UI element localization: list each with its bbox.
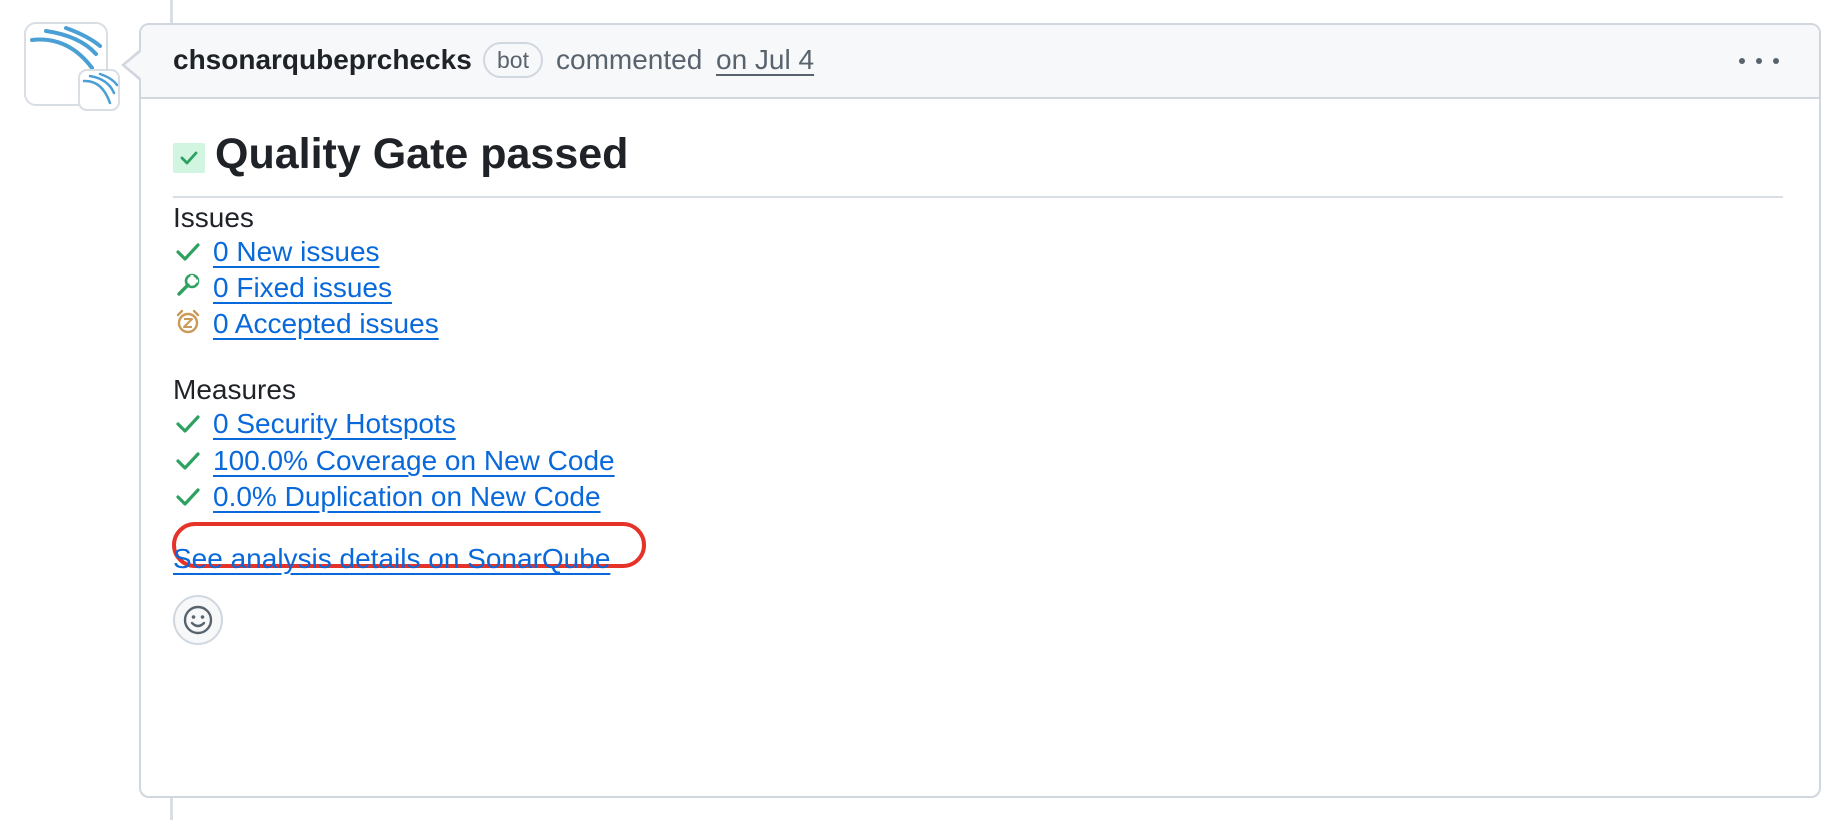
bot-app-icon (78, 69, 120, 111)
coverage-link[interactable]: 100.0% Coverage on New Code (213, 445, 615, 477)
comment-date-link[interactable]: on Jul 4 (716, 44, 814, 76)
author-avatar[interactable] (24, 22, 120, 112)
check-square-icon (173, 143, 205, 173)
fixed-issues-link[interactable]: 0 Fixed issues (213, 272, 392, 304)
alarm-clock-icon (175, 309, 201, 335)
security-hotspots-link[interactable]: 0 Security Hotspots (213, 408, 456, 440)
comment-card: chsonarqubeprchecks bot commented on Jul… (121, 23, 1821, 798)
comment-action: commented (556, 44, 703, 75)
new-issues-link[interactable]: 0 New issues (213, 236, 380, 268)
kebab-horizontal-icon[interactable] (1739, 55, 1779, 69)
quality-gate-title: Quality Gate passed (215, 130, 629, 178)
smiley-icon (183, 605, 213, 635)
duplication-link[interactable]: 0.0% Duplication on New Code (213, 481, 601, 513)
comment-header: chsonarqubeprchecks bot commented on Jul… (141, 25, 1819, 99)
wrench-icon (175, 273, 201, 299)
author-name[interactable]: chsonarqubeprchecks (173, 44, 472, 76)
title-divider (173, 196, 1783, 198)
add-reaction-button[interactable] (173, 595, 223, 645)
check-icon (175, 484, 201, 510)
issues-heading: Issues (173, 202, 254, 233)
accepted-issues-link[interactable]: 0 Accepted issues (213, 308, 439, 340)
check-icon (175, 448, 201, 474)
measures-heading: Measures (173, 374, 296, 405)
sonarqube-details-link[interactable]: See analysis details on SonarQube (173, 543, 610, 575)
check-icon (175, 411, 201, 437)
check-icon (175, 239, 201, 265)
bot-badge: bot (483, 42, 543, 78)
